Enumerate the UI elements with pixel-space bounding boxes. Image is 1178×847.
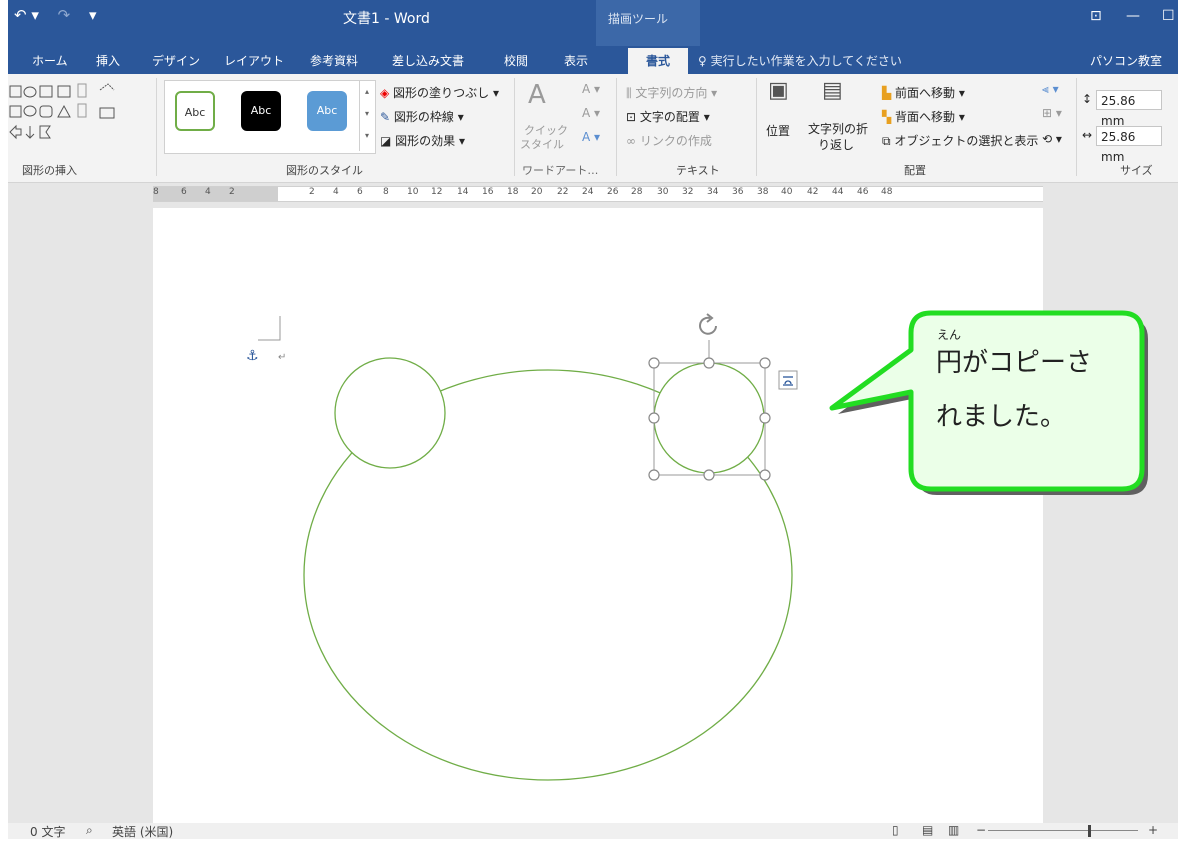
resize-handle[interactable] <box>648 357 660 369</box>
layout-options-button[interactable] <box>778 370 798 390</box>
resize-handle[interactable] <box>703 357 715 369</box>
copied-circle-shape[interactable] <box>653 362 765 474</box>
resize-handle[interactable] <box>759 357 771 369</box>
paragraph-mark: ↵ <box>278 352 286 363</box>
left-circle-shape[interactable] <box>334 357 446 469</box>
callout-text: 円がコピーさ れました。 <box>936 336 1146 444</box>
resize-handle[interactable] <box>759 412 771 424</box>
anchor-icon[interactable]: ⚓ <box>246 348 259 364</box>
margin-corner-mark <box>258 316 281 341</box>
resize-handle[interactable] <box>759 469 771 481</box>
rotation-handle-icon[interactable] <box>699 313 717 335</box>
resize-handle[interactable] <box>703 469 715 481</box>
callout-line-2: れました。 <box>936 402 1067 432</box>
resize-handle[interactable] <box>648 469 660 481</box>
resize-handle[interactable] <box>648 412 660 424</box>
callout-line-1: 円がコピーさ <box>936 348 1093 378</box>
